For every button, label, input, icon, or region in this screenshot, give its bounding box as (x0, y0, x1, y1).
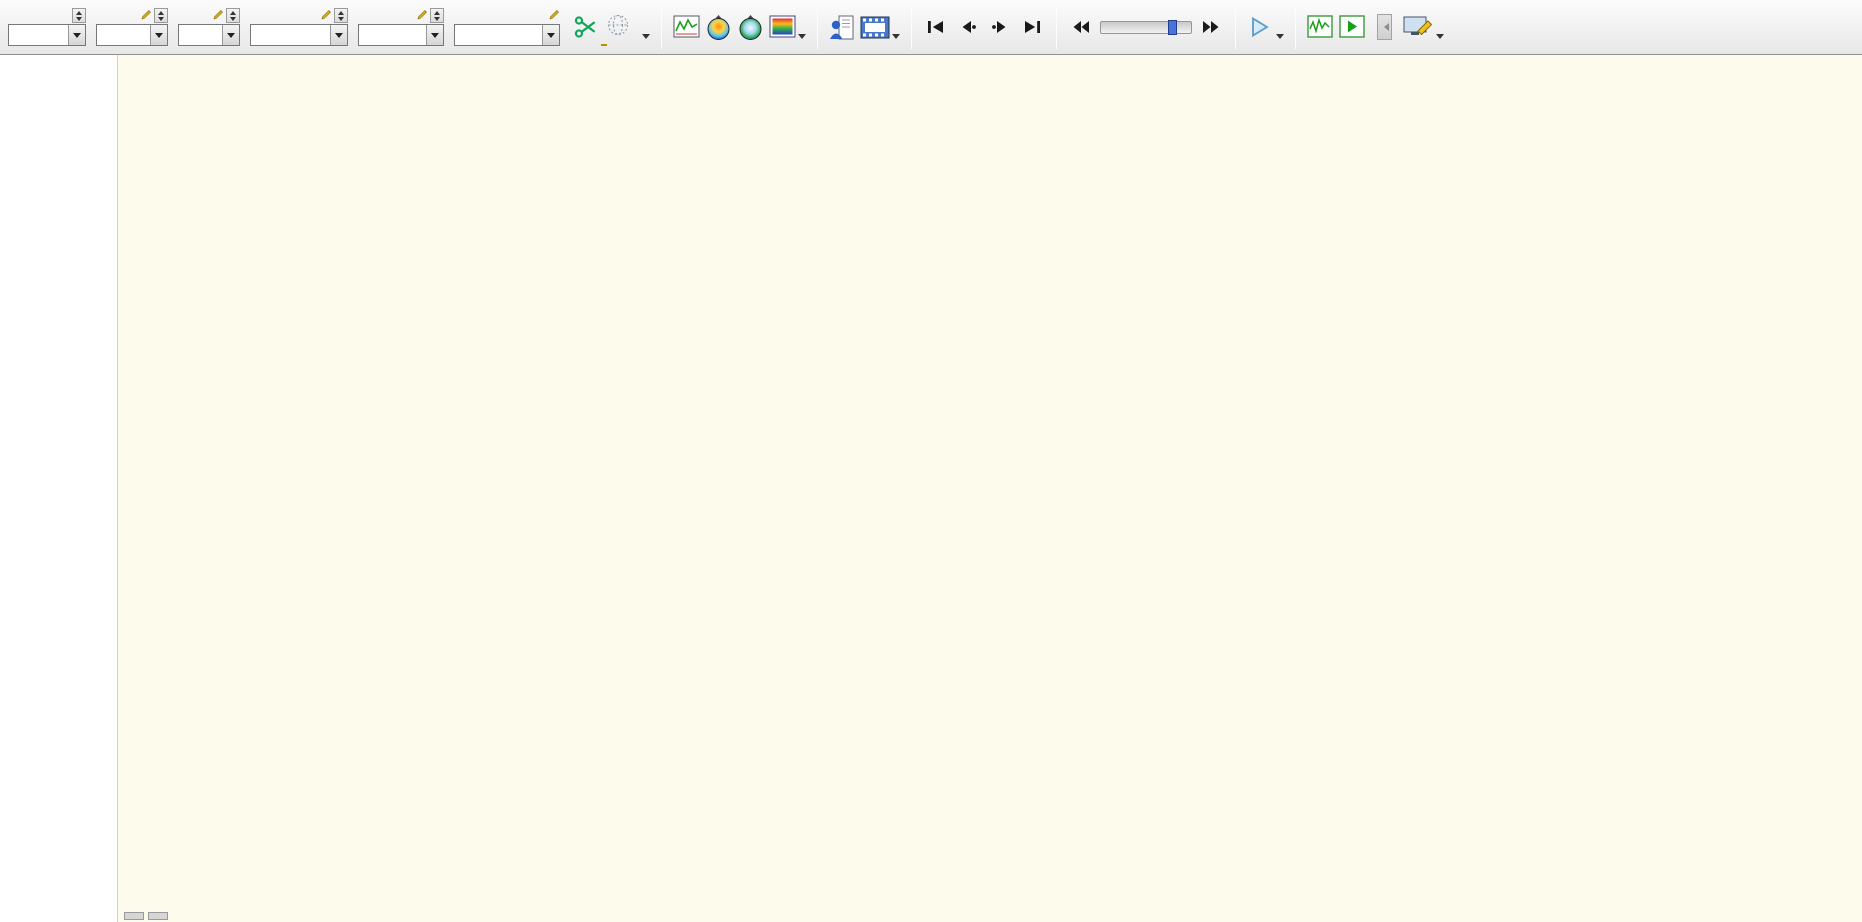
pencil-icon[interactable] (417, 7, 428, 25)
head-map-icon (707, 14, 729, 40)
tc-spinner[interactable] (154, 8, 168, 23)
rewind-button[interactable] (1067, 9, 1095, 45)
step-back-button[interactable] (954, 9, 982, 45)
auto-play-button[interactable] (1338, 9, 1366, 45)
channel-label-column (0, 55, 118, 922)
pattern-spinner[interactable] (334, 8, 348, 23)
tc-control (96, 8, 168, 46)
pattern-control (250, 8, 348, 46)
skip-first-icon (928, 21, 943, 33)
speed-slider-track[interactable] (1100, 20, 1192, 35)
eeg-canvas[interactable] (118, 55, 1862, 922)
disp-length-select[interactable] (358, 24, 444, 46)
skip-first-button[interactable] (922, 9, 950, 45)
speed-slider-handle[interactable] (1167, 20, 1177, 35)
disp-length-control (358, 8, 444, 46)
head-map-rainbow-icon (739, 14, 761, 40)
hf-value (179, 25, 222, 45)
maps-more-arrow[interactable] (798, 34, 806, 43)
scroll-block[interactable] (124, 912, 144, 920)
notch-filter-button[interactable] (601, 9, 632, 46)
favorite-value (455, 25, 542, 45)
hf-spinner[interactable] (226, 8, 240, 23)
topomap-button[interactable] (704, 9, 732, 45)
sens-spinner[interactable] (72, 8, 86, 23)
sens-select[interactable] (8, 24, 86, 46)
waveform-area[interactable] (118, 55, 1862, 922)
main-area (0, 55, 1862, 922)
favorite-control (454, 8, 560, 46)
disp-length-value (359, 25, 426, 45)
sens-dropdown-arrow[interactable] (68, 25, 85, 45)
step-forward-button[interactable] (986, 9, 1014, 45)
tc-dropdown-arrow[interactable] (150, 25, 167, 45)
play-button[interactable] (1246, 9, 1274, 45)
wave-review-button[interactable] (1306, 9, 1334, 45)
sens-control (8, 8, 86, 46)
step-back-icon (962, 21, 976, 33)
hf-dropdown-arrow[interactable] (222, 25, 239, 45)
wave-monitor-button[interactable] (672, 9, 700, 45)
dotted-globe-icon (608, 15, 628, 35)
datetime-more-arrow[interactable] (642, 34, 650, 43)
toolbar (0, 0, 1862, 55)
skip-last-icon (1025, 21, 1040, 33)
filmstrip-icon (860, 16, 890, 38)
toolbar-separator (817, 5, 818, 49)
pencil-icon[interactable] (213, 7, 224, 25)
spectrogram-icon (769, 15, 795, 38)
pencil-icon[interactable] (321, 7, 332, 25)
settings-more-arrow[interactable] (1436, 34, 1444, 43)
tc-select[interactable] (96, 24, 168, 46)
topomap2-button[interactable] (736, 9, 764, 45)
video-more-arrow[interactable] (892, 34, 900, 43)
pattern-dropdown-arrow[interactable] (330, 25, 347, 45)
pencil-icon[interactable] (549, 7, 560, 25)
hf-control (178, 8, 240, 46)
green-play-icon (1339, 15, 1365, 38)
video-button[interactable] (860, 9, 890, 45)
spectrogram-button[interactable] (768, 9, 796, 45)
hf-select[interactable] (178, 24, 240, 46)
fast-forward-button[interactable] (1197, 9, 1225, 45)
speed-slider (1100, 20, 1192, 35)
step-forward-icon (992, 21, 1006, 33)
collapse-button[interactable] (1370, 9, 1398, 45)
waveform-chart-icon (673, 15, 699, 38)
disp-length-dropdown-arrow[interactable] (426, 25, 443, 45)
favorite-select[interactable] (454, 24, 560, 46)
sens-value (9, 25, 68, 45)
pattern-select[interactable] (250, 24, 348, 46)
collapse-arrow-icon (1376, 14, 1392, 40)
scissors-icon (574, 16, 596, 38)
fast-forward-icon (1203, 21, 1219, 33)
rewind-icon (1073, 21, 1089, 33)
toolbar-separator (1295, 5, 1296, 49)
toolbar-separator (911, 5, 912, 49)
notch-50-badge (601, 44, 607, 46)
scroll-block[interactable] (148, 912, 168, 920)
toolbar-separator (1056, 5, 1057, 49)
favorite-dropdown-arrow[interactable] (542, 25, 559, 45)
cut-button[interactable] (572, 9, 600, 45)
pencil-icon[interactable] (141, 7, 152, 25)
skip-last-button[interactable] (1018, 9, 1046, 45)
disp-length-spinner[interactable] (430, 8, 444, 23)
monitor-pencil-icon (1403, 16, 1433, 35)
play-icon (1252, 16, 1269, 38)
patient-info-button[interactable] (828, 9, 856, 45)
tc-value (97, 25, 150, 45)
settings-button[interactable] (1402, 9, 1434, 45)
toolbar-separator (1235, 5, 1236, 49)
green-wave-icon (1307, 15, 1333, 38)
patient-icon (830, 15, 854, 39)
play-more-arrow[interactable] (1276, 34, 1284, 43)
pattern-value (251, 25, 330, 45)
toolbar-separator (661, 5, 662, 49)
